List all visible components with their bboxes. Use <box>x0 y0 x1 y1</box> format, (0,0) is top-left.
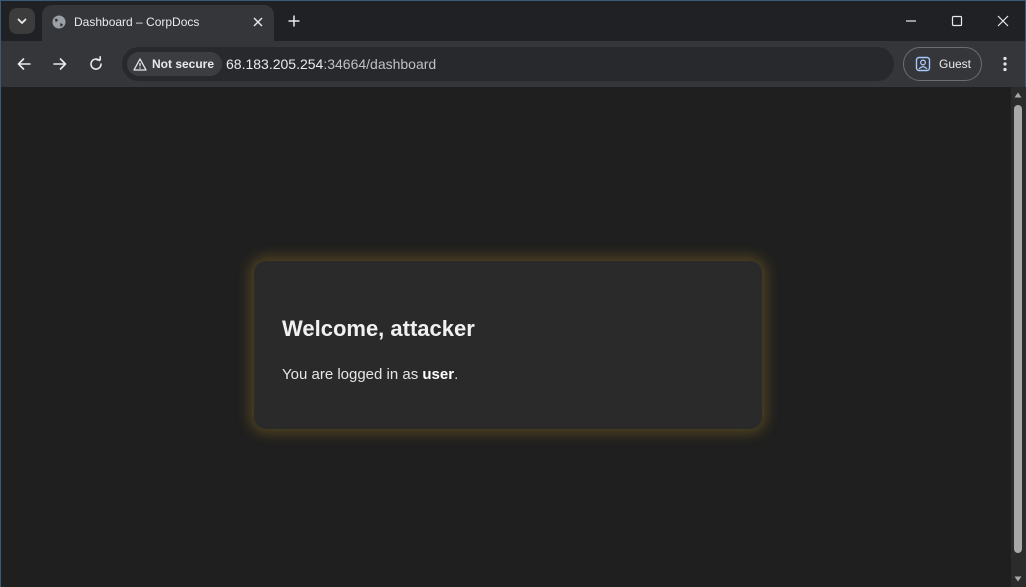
close-tab-button[interactable] <box>250 14 266 30</box>
back-button[interactable] <box>12 52 36 76</box>
login-status-text: You are logged in as user. <box>282 366 458 383</box>
scroll-down-arrow-icon[interactable] <box>1014 575 1022 583</box>
profile-label: Guest <box>939 57 972 71</box>
security-label: Not secure <box>152 57 215 71</box>
scrollbar-thumb[interactable] <box>1014 105 1022 553</box>
warning-icon <box>133 57 147 71</box>
tab-strip: Dashboard – CorpDocs <box>1 1 1025 41</box>
login-suffix: . <box>454 366 459 383</box>
login-prefix: You are logged in as <box>282 366 423 383</box>
browser-menu-button[interactable] <box>993 52 1017 76</box>
vertical-scrollbar[interactable] <box>1011 87 1026 587</box>
back-arrow-icon <box>17 58 31 70</box>
close-window-button[interactable] <box>980 1 1026 41</box>
welcome-card: Welcome, attacker You are logged in as u… <box>254 261 762 429</box>
tab-search-button[interactable] <box>9 8 35 34</box>
new-tab-button[interactable] <box>283 10 305 32</box>
tab-title: Dashboard – CorpDocs <box>74 15 200 29</box>
forward-arrow-icon <box>53 58 67 70</box>
globe-icon <box>52 15 66 29</box>
profile-button[interactable]: Guest <box>903 47 982 81</box>
reload-button[interactable] <box>84 52 108 76</box>
url-path: :34664/dashboard <box>323 56 437 72</box>
plus-icon <box>288 15 300 27</box>
security-chip[interactable]: Not secure <box>127 52 223 76</box>
tab-dashboard[interactable]: Dashboard – CorpDocs <box>42 5 274 41</box>
maximize-button[interactable] <box>934 1 980 41</box>
page-viewport: Welcome, attacker You are logged in as u… <box>1 87 1011 587</box>
profile-icon <box>915 56 931 72</box>
forward-button[interactable] <box>48 52 72 76</box>
url-host: 68.183.205.254 <box>226 56 324 72</box>
url-text[interactable]: 68.183.205.254:34664/dashboard <box>226 56 436 72</box>
close-window-icon <box>997 15 1009 27</box>
maximize-icon <box>951 15 963 27</box>
reload-icon <box>90 56 102 70</box>
browser-window: Dashboard – CorpDocs Not secure 68.183.2… <box>0 0 1026 587</box>
chevron-down-icon <box>17 18 27 24</box>
welcome-heading: Welcome, attacker <box>282 316 475 341</box>
address-bar[interactable]: Not secure 68.183.205.254:34664/dashboar… <box>122 47 894 81</box>
close-icon <box>253 17 263 27</box>
login-username: user <box>422 366 455 383</box>
kebab-menu-icon <box>1003 56 1007 72</box>
minimize-icon <box>906 20 916 22</box>
scroll-up-arrow-icon[interactable] <box>1014 91 1022 99</box>
toolbar: Not secure 68.183.205.254:34664/dashboar… <box>1 41 1025 87</box>
minimize-button[interactable] <box>888 1 934 41</box>
